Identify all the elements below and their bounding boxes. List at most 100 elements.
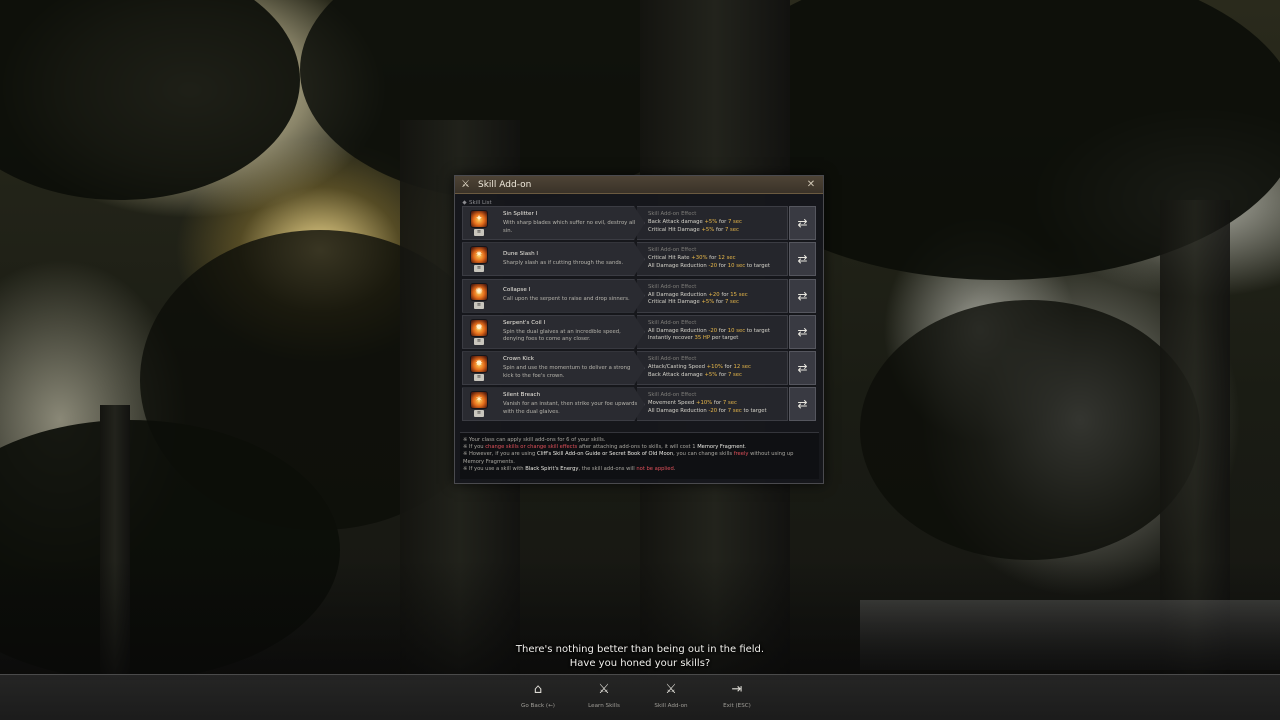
skill-info[interactable]: ✦ ≡ Sin Splitter I With sharp blades which … [462,206,645,240]
skill-name: Sin Splitter I [503,211,538,217]
effect-line: Attack/Casting Speed +10% for 12 sec [648,364,787,372]
effect-label: All Damage Reduction [648,327,709,334]
effect-label: Instantly recover [648,335,695,342]
effect-duration: 7 sec [724,226,739,233]
skill-info[interactable]: ✹ ≡ Serpent's Coil I Spin the dual glaives … [462,314,645,349]
effect-duration: 7 sec [724,299,739,306]
note-text: . [744,444,747,451]
effect-duration: 7 sec [722,400,737,407]
skill-name: Crown Kick [503,356,534,363]
note-text: freely [733,451,749,458]
learn-skills-label: Learn Skills [588,703,620,709]
exit-label: Exit (ESC) [723,703,751,709]
change-addon-button[interactable]: ⇄ [789,314,816,349]
skill-book-icon: ≡ [474,229,484,236]
effect-suffix: for [717,408,728,415]
skill-description: Vanish for an instant, then strike your … [503,401,638,415]
note-text: Memory Fragment [697,444,745,451]
change-addon-button[interactable]: ⇄ [789,242,816,277]
skill-list: ✦ ≡ Sin Splitter I With sharp blades which … [455,206,823,422]
note-text: after attaching add-ons to skills, it wi… [577,444,698,451]
skill-icon-slot: ✹ ≡ [463,316,495,348]
skill-list-header: Skill List [455,194,823,206]
change-addon-button[interactable]: ⇄ [789,278,816,313]
skill-icon-slot: ✺ ≡ [463,280,495,312]
skill-row: ✶ ≡ Silent Breach Vanish for an instant, th… [462,387,816,422]
effect-suffix: per target [710,335,739,342]
change-addon-button[interactable]: ⇄ [789,351,816,386]
change-addon-button[interactable]: ⇄ [789,206,816,240]
crossed-swords-icon: ⚔ [598,682,610,697]
npc-action-bar: ⌂ Go Back (←) ⚔ Learn Skills ⚔ Skill Add… [0,674,1280,720]
skill-effect-panel: Skill Add-on Effect Movement Speed +10% f… [637,387,788,422]
skill-addon-button[interactable]: ⚔ Skill Add-on [638,675,704,720]
effect-label: Movement Speed [648,400,697,407]
effect-line: All Damage Reduction +20 for 15 sec [648,292,787,300]
effect-value: +20 [708,291,720,298]
npc-subtitle: There's nothing better than being out in… [440,643,840,671]
swap-arrows-icon: ⇄ [797,216,808,230]
note-text: ※ If you [463,444,486,451]
skill-info[interactable]: ✶ ≡ Silent Breach Vanish for an instant, th… [462,387,645,422]
skill-book-icon: ≡ [474,337,484,345]
skill-info[interactable]: ✺ ≡ Collapse I Call upon the serpent to rai… [462,278,645,313]
subtitle-line-1: There's nothing better than being out in… [515,644,765,655]
window-title: Skill Add-on [478,179,532,190]
effect-value: -20 [708,327,718,334]
effect-duration: 10 sec [727,327,746,334]
effect-label: Critical Hit Damage [648,226,702,233]
skill-info[interactable]: ✷ ≡ Dune Slash I Sharply slash as if cuttin… [462,242,645,277]
effect-duration: 10 sec [727,262,746,269]
effect-line: Back Attack damage +5% for 7 sec [648,372,787,380]
effect-heading: Skill Add-on Effect [648,392,697,399]
home-icon: ⌂ [533,682,543,697]
skill-icon-slot: ✷ ≡ [463,243,495,275]
effect-value: +5% [704,219,718,225]
change-addon-button[interactable]: ⇄ [789,387,816,422]
skill-icon-slot: ✶ ≡ [463,388,495,420]
effect-heading: Skill Add-on Effect [648,247,697,254]
effect-line: All Damage Reduction -20 for 10 sec to t… [648,328,787,336]
effect-value: +5% [701,299,715,306]
effect-suffix: for [714,226,725,233]
effect-duration: 7 sec [727,219,742,225]
effect-line: Critical Hit Damage +5% for 7 sec [648,299,787,307]
go-back-label: Go Back (←) [521,703,555,709]
effect-duration: 7 sec [727,371,742,378]
effect-suffix: for [714,299,725,306]
skill-icon: ✸ [470,355,488,374]
window-titlebar[interactable]: ⚔ Skill Add-on ✕ [455,176,823,194]
note-text: , the skill add-ons will [578,465,637,472]
skill-addon-window: ⚔ Skill Add-on ✕ Skill List ✦ ≡ Sin Splitt… [454,175,824,484]
effect-value: -20 [708,262,718,269]
effect-heading: Skill Add-on Effect [648,283,697,290]
skill-row: ✸ ≡ Crown Kick Spin and use the momentum to… [462,351,816,386]
effect-tail: to target [745,262,770,269]
notes-panel: ※ Your class can apply skill add-ons for… [460,432,819,479]
skill-info[interactable]: ✸ ≡ Crown Kick Spin and use the momentum to… [462,351,645,386]
skill-icon: ✶ [470,391,488,410]
exit-button[interactable]: ⇥ Exit (ESC) [704,675,770,720]
note-text: . [673,465,676,472]
skill-description: Spin and use the momentum to deliver a s… [503,365,631,379]
note-text: change skills or change skill effects [485,444,578,451]
skill-book-icon: ≡ [474,374,484,382]
effect-tail: to target [741,408,767,415]
effect-label: All Damage Reduction [648,291,709,298]
close-button[interactable]: ✕ [805,179,817,191]
swap-arrows-icon: ⇄ [797,252,808,267]
effect-suffix: for [707,255,719,262]
skill-row: ✺ ≡ Collapse I Call upon the serpent to rai… [462,278,816,313]
note-text: ※ Your class can apply skill add-ons for… [463,437,606,443]
effect-duration: 15 sec [730,291,748,298]
skill-name: Collapse I [503,287,531,294]
swap-arrows-icon: ⇄ [797,361,808,376]
effect-line: Critical Hit Rate +30% for 12 sec [648,255,787,263]
skill-name: Dune Slash I [503,251,539,258]
go-back-button[interactable]: ⌂ Go Back (←) [505,675,571,720]
learn-skills-button[interactable]: ⚔ Learn Skills [571,675,637,720]
effect-value: +10% [706,364,723,371]
effect-line: Instantly recover 35 HP per target [648,335,787,343]
effect-duration: 12 sec [718,255,736,262]
effect-duration: 7 sec [727,408,742,415]
